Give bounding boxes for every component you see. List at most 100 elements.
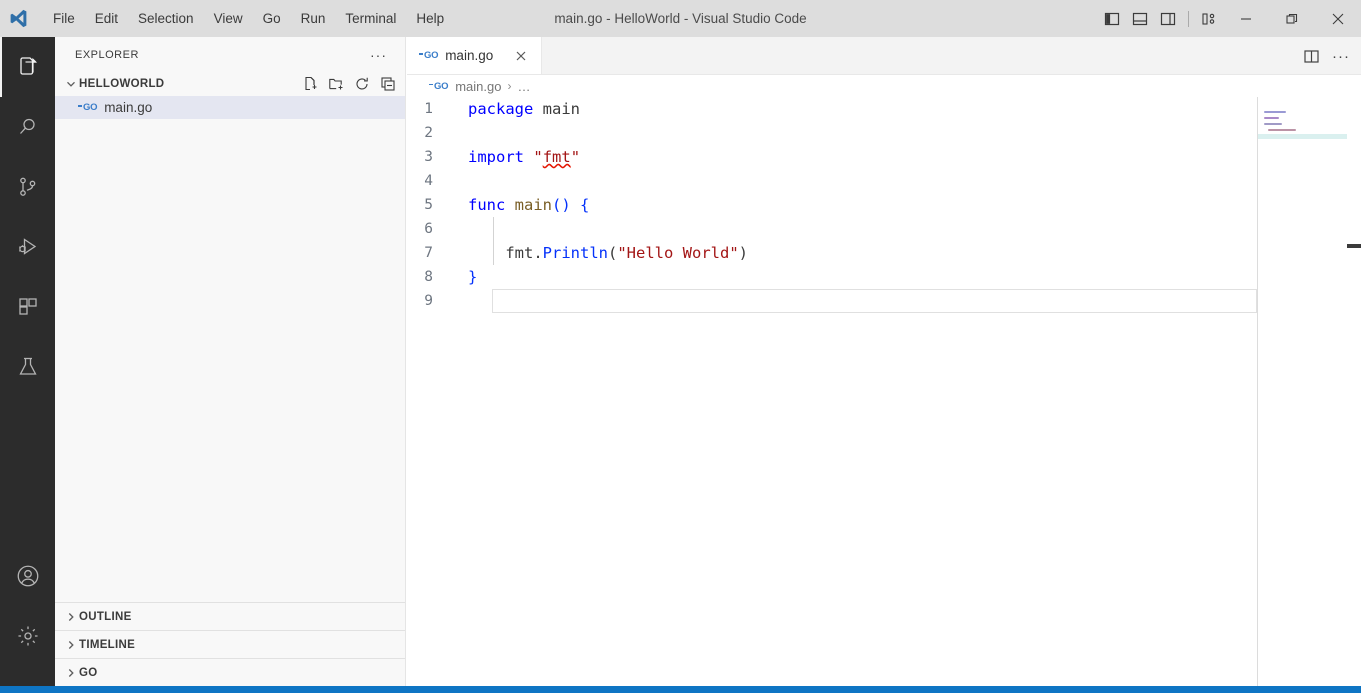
- sidebar-section-label: GO: [79, 667, 98, 679]
- breadcrumb-item-file[interactable]: GO main.go: [429, 79, 501, 94]
- sidebar-section-timeline[interactable]: TIMELINE: [55, 630, 405, 658]
- go-file-icon: GO: [429, 81, 448, 92]
- split-editor-right-icon[interactable]: [1297, 42, 1325, 70]
- code-line-7: 7 fmt.Println("Hello World"): [407, 241, 1361, 265]
- menu-file[interactable]: File: [43, 0, 85, 37]
- menu-edit[interactable]: Edit: [85, 0, 128, 37]
- code-content: 1 package main 2 3 import "fmt" 4 5: [407, 97, 1361, 686]
- activity-extensions[interactable]: [0, 277, 55, 337]
- explorer-folder-header[interactable]: HELLOWORLD: [55, 72, 405, 96]
- line-text: import "fmt": [458, 145, 1361, 169]
- editor-minimap[interactable]: [1257, 97, 1347, 686]
- code-editor[interactable]: 1 package main 2 3 import "fmt" 4 5: [407, 97, 1361, 686]
- title-bar-right: [1098, 0, 1361, 37]
- line-number: 1: [407, 97, 458, 121]
- editor-group: GO main.go ··· GO: [407, 37, 1361, 686]
- chevron-right-icon: [63, 667, 79, 679]
- activity-settings[interactable]: [0, 606, 55, 666]
- menu-bar: File Edit Selection View Go Run Terminal…: [43, 0, 454, 37]
- line-text: }: [458, 265, 1361, 289]
- minimap-line: [1264, 111, 1286, 113]
- menu-terminal[interactable]: Terminal: [335, 0, 406, 37]
- minimize-button[interactable]: [1223, 0, 1269, 37]
- more-actions-icon[interactable]: ···: [1327, 42, 1355, 70]
- activity-accounts[interactable]: [0, 546, 55, 606]
- line-text: func main() {: [458, 193, 1361, 217]
- explorer-file-main-go[interactable]: GO main.go: [55, 96, 405, 119]
- activity-testing[interactable]: [0, 337, 55, 397]
- editor-actions: ···: [1297, 37, 1355, 75]
- code-line-2: 2: [407, 121, 1361, 145]
- menu-view[interactable]: View: [204, 0, 253, 37]
- line-number: 6: [407, 217, 458, 241]
- line-number: 5: [407, 193, 458, 217]
- sidebar-more-actions-icon[interactable]: ···: [364, 47, 393, 63]
- sidebar-section-label: TIMELINE: [79, 639, 135, 651]
- vscode-window: File Edit Selection View Go Run Terminal…: [0, 0, 1361, 693]
- explorer-folder-name: HELLOWORLD: [79, 78, 299, 90]
- breadcrumb: GO main.go › …: [407, 75, 1361, 97]
- restore-button[interactable]: [1269, 0, 1315, 37]
- close-button[interactable]: [1315, 0, 1361, 37]
- sidebar-section-go[interactable]: GO: [55, 658, 405, 686]
- chevron-right-icon: [63, 639, 79, 651]
- new-folder-icon[interactable]: [325, 73, 347, 95]
- sidebar-section-outline[interactable]: OUTLINE: [55, 602, 405, 630]
- activity-run-debug[interactable]: [0, 217, 55, 277]
- explorer-folder-actions: [299, 73, 399, 95]
- menu-run[interactable]: Run: [291, 0, 336, 37]
- minimap-line: [1264, 123, 1282, 125]
- minimap-current-line: [1258, 134, 1347, 139]
- status-bar[interactable]: [0, 686, 1361, 693]
- menu-help[interactable]: Help: [406, 0, 454, 37]
- tab-main-go[interactable]: GO main.go: [407, 37, 542, 74]
- go-file-icon: GO: [419, 50, 438, 61]
- line-number: 9: [407, 289, 458, 313]
- toggle-primary-sidebar-icon[interactable]: [1098, 5, 1126, 33]
- customize-layout-icon[interactable]: [1195, 5, 1223, 33]
- chevron-right-icon: [63, 611, 79, 623]
- explorer-file-label: main.go: [104, 100, 152, 115]
- menu-selection[interactable]: Selection: [128, 0, 204, 37]
- scrollbar-thumb[interactable]: [1347, 244, 1361, 248]
- line-number: 2: [407, 121, 458, 145]
- activity-explorer[interactable]: [0, 37, 55, 97]
- code-line-5: 5 func main() {: [407, 193, 1361, 217]
- sidebar-spacer: [55, 119, 405, 602]
- chevron-down-icon: [63, 78, 79, 90]
- breadcrumb-label: main.go: [455, 79, 501, 94]
- activity-search[interactable]: [0, 97, 55, 157]
- toggle-panel-icon[interactable]: [1126, 5, 1154, 33]
- new-file-icon[interactable]: [299, 73, 321, 95]
- sidebar-section-label: OUTLINE: [79, 611, 132, 623]
- tab-close-icon[interactable]: [511, 46, 531, 66]
- code-line-1: 1 package main: [407, 97, 1361, 121]
- code-line-8: 8 }: [407, 265, 1361, 289]
- vscode-logo-icon: [0, 0, 36, 37]
- minimap-line: [1268, 129, 1296, 131]
- breadcrumb-separator-icon: ›: [507, 79, 511, 93]
- refresh-icon[interactable]: [351, 73, 373, 95]
- collapse-all-icon[interactable]: [377, 73, 399, 95]
- line-number: 7: [407, 241, 458, 265]
- code-line-4: 4: [407, 169, 1361, 193]
- toggle-secondary-sidebar-icon[interactable]: [1154, 5, 1182, 33]
- layout-divider: [1188, 11, 1189, 27]
- sidebar-title-bar: EXPLORER ···: [55, 37, 405, 72]
- activity-source-control[interactable]: [0, 157, 55, 217]
- line-number: 4: [407, 169, 458, 193]
- line-number: 8: [407, 265, 458, 289]
- code-line-3: 3 import "fmt": [407, 145, 1361, 169]
- editor-vertical-scrollbar[interactable]: [1347, 97, 1361, 686]
- code-line-6: 6: [407, 217, 1361, 241]
- line-text: fmt.Println("Hello World"): [458, 241, 1361, 265]
- menu-go[interactable]: Go: [253, 0, 291, 37]
- editor-tab-bar: GO main.go ···: [407, 37, 1361, 75]
- explorer-sidebar: EXPLORER ··· HELLOWORLD: [55, 37, 406, 686]
- sidebar-title: EXPLORER: [75, 49, 139, 61]
- tab-label: main.go: [445, 48, 493, 63]
- line-number: 3: [407, 145, 458, 169]
- minimap-line: [1264, 117, 1279, 119]
- code-line-9: 9: [407, 289, 1361, 313]
- breadcrumb-item-symbols[interactable]: …: [517, 79, 530, 94]
